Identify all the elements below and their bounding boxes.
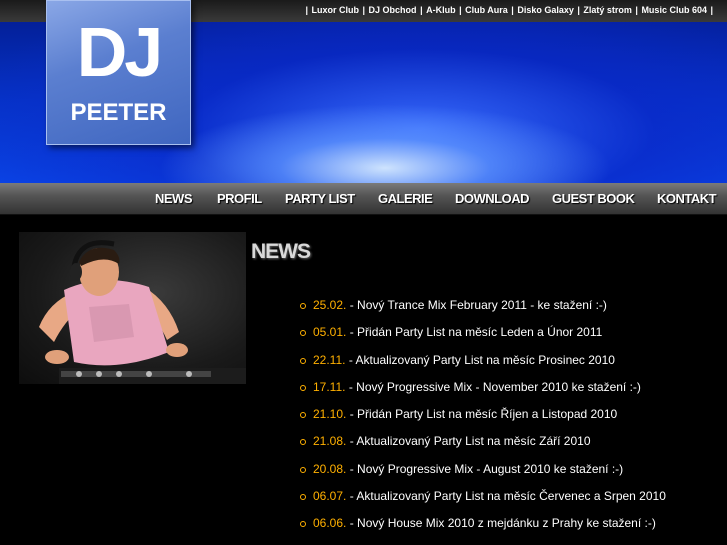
dj-photo <box>19 232 246 384</box>
header-banner: | Luxor Club | DJ Obchod | A-Klub | Club… <box>0 0 727 183</box>
club-link[interactable]: A-Klub <box>426 5 456 15</box>
club-link[interactable]: Zlatý strom <box>583 5 632 15</box>
news-item: 22.11. - Aktualizovaný Party List na měs… <box>300 353 666 380</box>
bullet-icon <box>300 466 306 473</box>
nav-item-profil[interactable]: PROFIL <box>217 191 262 206</box>
news-item: 21.08. - Aktualizovaný Party List na měs… <box>300 434 666 461</box>
nav-item-galerie[interactable]: GALERIE <box>378 191 433 206</box>
news-date: 21.10. <box>313 407 347 422</box>
nav-item-download[interactable]: DOWNLOAD <box>455 191 530 206</box>
news-text: - Přidán Party List na měsíc Leden a Úno… <box>349 325 603 340</box>
news-text: - Nový Progressive Mix - November 2010 k… <box>348 379 641 394</box>
nav-item-guest-book[interactable]: GUEST BOOK <box>552 191 635 206</box>
bullet-icon <box>300 384 306 391</box>
logo-name-text: PEETER <box>70 99 167 126</box>
club-links: | Luxor Club | DJ Obchod | A-Klub | Club… <box>305 5 713 15</box>
news-item: 06.07. - Aktualizovaný Party List na měs… <box>300 489 666 516</box>
news-text: - Aktualizovaný Party List na měsíc Září… <box>349 434 591 449</box>
news-text: - Nový Trance Mix February 2011 - ke sta… <box>349 298 607 312</box>
news-date: 06.06. <box>313 516 347 531</box>
logo-dj-text: DJ <box>76 13 163 91</box>
dj-photo-illustration <box>39 240 246 384</box>
news-item: 17.11. - Nový Progressive Mix - November… <box>300 380 666 407</box>
news-item: 06.06. - Nový House Mix 2010 z mejdánku … <box>300 516 666 543</box>
club-link[interactable]: Club Aura <box>465 5 508 15</box>
news-date: 06.07. <box>313 489 347 504</box>
main-nav: NEWS PROFIL PARTY LIST GALERIE DOWNLOAD … <box>0 183 727 215</box>
news-date: 25.02. <box>313 298 347 312</box>
bullet-icon <box>300 494 306 501</box>
news-text: - Aktualizovaný Party List na měsíc Pros… <box>348 352 615 367</box>
news-date: 05.01. <box>313 325 347 340</box>
news-item: 05.01. - Přidán Party List na měsíc Lede… <box>300 325 666 352</box>
news-text: - Přidán Party List na měsíc Říjen a Lis… <box>349 407 618 422</box>
club-link[interactable]: Disko Galaxy <box>517 5 574 15</box>
club-link[interactable]: Luxor Club <box>312 5 360 15</box>
news-text: - Nový Progressive Mix - August 2010 ke … <box>349 461 624 476</box>
news-date: 20.08. <box>313 461 347 476</box>
news-text: - Nový House Mix 2010 z mejdánku z Prahy… <box>349 516 656 531</box>
news-text: - Aktualizovaný Party List na měsíc Červ… <box>349 489 666 504</box>
dj-logo[interactable]: DJ PEETER <box>46 0 191 145</box>
news-item: 25.02. - Nový Trance Mix February 2011 -… <box>300 298 666 325</box>
club-link[interactable]: DJ Obchod <box>369 5 417 15</box>
bullet-icon <box>300 439 306 446</box>
bullet-icon <box>300 357 306 364</box>
bullet-icon <box>300 330 306 337</box>
news-list: 25.02. - Nový Trance Mix February 2011 -… <box>300 298 666 544</box>
news-date: 22.11. <box>313 352 346 367</box>
news-item: 21.10. - Přidán Party List na měsíc Říje… <box>300 407 666 434</box>
bullet-icon <box>300 521 306 528</box>
nav-item-news[interactable]: NEWS <box>155 191 193 206</box>
news-heading: NEWS <box>251 240 311 263</box>
news-date: 21.08. <box>313 434 347 449</box>
bullet-icon <box>300 303 306 309</box>
club-link[interactable]: Music Club 604 <box>641 5 707 15</box>
news-item: 20.08. - Nový Progressive Mix - August 2… <box>300 462 666 489</box>
nav-item-party-list[interactable]: PARTY LIST <box>285 191 355 206</box>
bullet-icon <box>300 412 306 419</box>
news-date: 17.11. <box>313 379 346 394</box>
nav-item-kontakt[interactable]: KONTAKT <box>657 191 717 206</box>
